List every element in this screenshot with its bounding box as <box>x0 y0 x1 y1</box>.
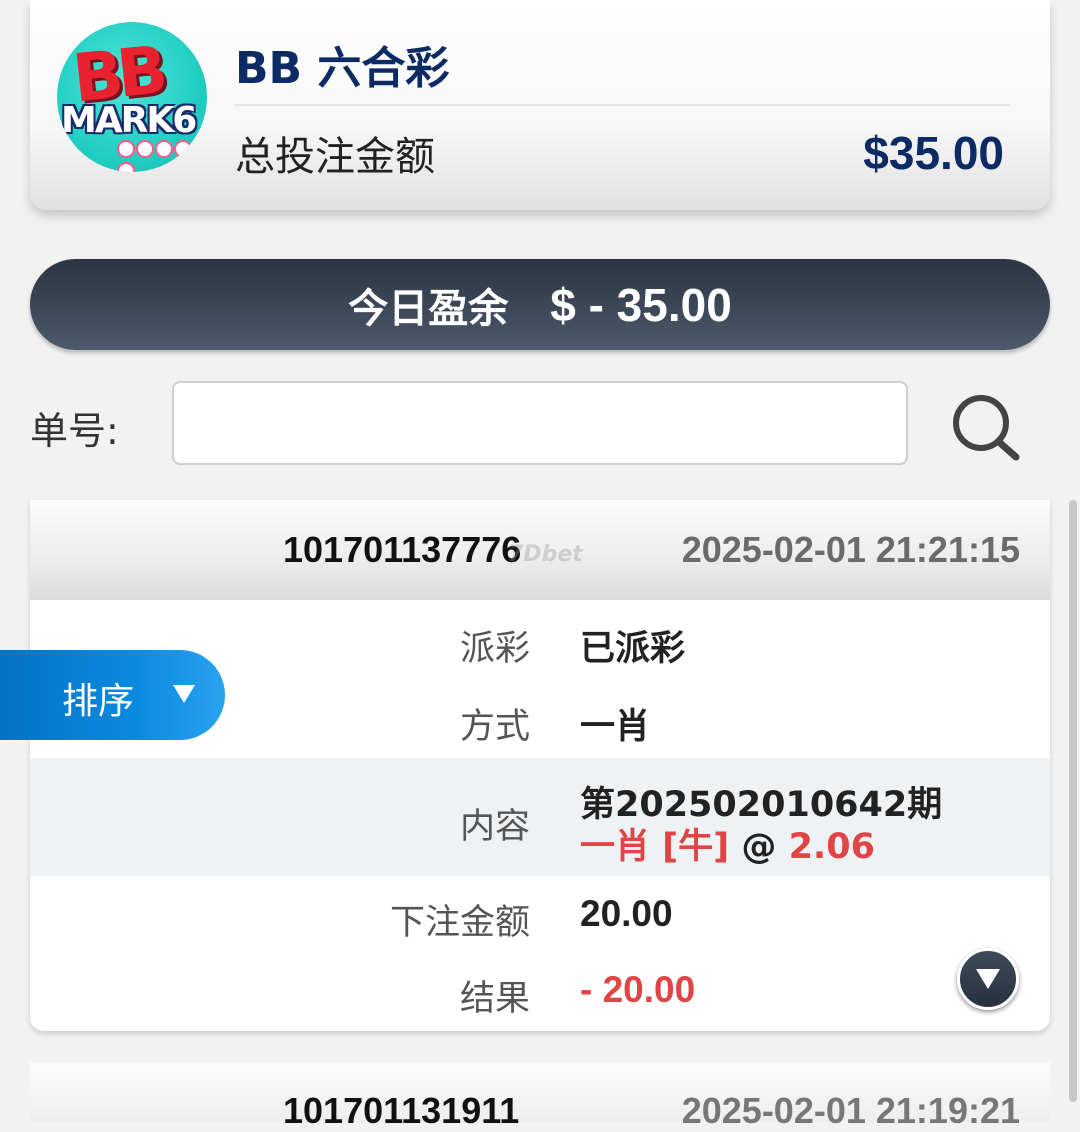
total-bet-value: $35.00 <box>863 127 1004 179</box>
content-label: 内容 <box>459 807 530 847</box>
header-divider <box>235 104 1010 106</box>
sort-button[interactable]: 排序 <box>0 650 225 740</box>
row-content: 内容 第202502010642期 一肖 [牛] @ 2.06 <box>30 758 1050 876</box>
daily-profit-label: 今日盈余 <box>348 285 509 332</box>
stake-value: 20.00 <box>580 893 673 934</box>
result-label: 结果 <box>459 979 530 1019</box>
bet-time: 2025-02-01 21:21:15 <box>681 529 1020 570</box>
row-stake: 下注金额 20.00 <box>30 880 1050 950</box>
bet-id: 101701131911 <box>283 1090 520 1131</box>
content-pick: 一肖 [牛] <box>580 827 730 867</box>
daily-profit-value: $ - 35.00 <box>550 278 732 331</box>
content-pick-line: 一肖 [牛] @ 2.06 <box>580 818 875 869</box>
caret-down-icon <box>976 969 1000 989</box>
lottery-summary-card: BB MARK6 BB 六合彩 总投注金额 $35.00 <box>30 0 1050 210</box>
bet-id: 101701137776 <box>283 529 522 570</box>
caret-down-icon <box>173 685 195 703</box>
order-number-label: 单号: <box>30 409 119 453</box>
total-bet-label: 总投注金额 <box>235 134 435 180</box>
scrollbar[interactable] <box>1069 500 1077 1102</box>
daily-profit-bar: 今日盈余 $ - 35.00 <box>30 259 1050 350</box>
row-result: 结果 - 20.00 <box>30 956 1050 1026</box>
watermark-text: 7Dbet <box>508 542 583 567</box>
stake-label: 下注金额 <box>389 903 530 943</box>
bet-time: 2025-02-01 21:19:21 <box>681 1090 1020 1131</box>
page-title: BB 六合彩 <box>235 43 450 94</box>
payout-label: 派彩 <box>459 629 530 669</box>
method-label: 方式 <box>459 707 530 747</box>
order-number-input[interactable] <box>172 381 908 465</box>
result-value: - 20.00 <box>580 969 696 1010</box>
mark6-logo: BB MARK6 <box>57 22 207 172</box>
payout-value: 已派彩 <box>580 629 686 669</box>
logo-balls <box>117 140 207 172</box>
bet-record-card: 101701137776 7Dbet 2025-02-01 21:21:15 派… <box>30 500 1050 1031</box>
bet-record-card: 101701131911 2025-02-01 21:19:21 <box>30 1062 1050 1131</box>
content-odds: 2.06 <box>788 827 875 867</box>
expand-details-button[interactable] <box>957 948 1019 1010</box>
content-at: @ <box>729 827 789 867</box>
method-value: 一肖 <box>580 707 651 747</box>
logo-mark6-text: MARK6 <box>61 100 197 141</box>
search-icon[interactable] <box>950 393 1022 465</box>
sort-label: 排序 <box>62 681 135 722</box>
bet-record-header: 101701137776 7Dbet 2025-02-01 21:21:15 <box>30 500 1050 600</box>
